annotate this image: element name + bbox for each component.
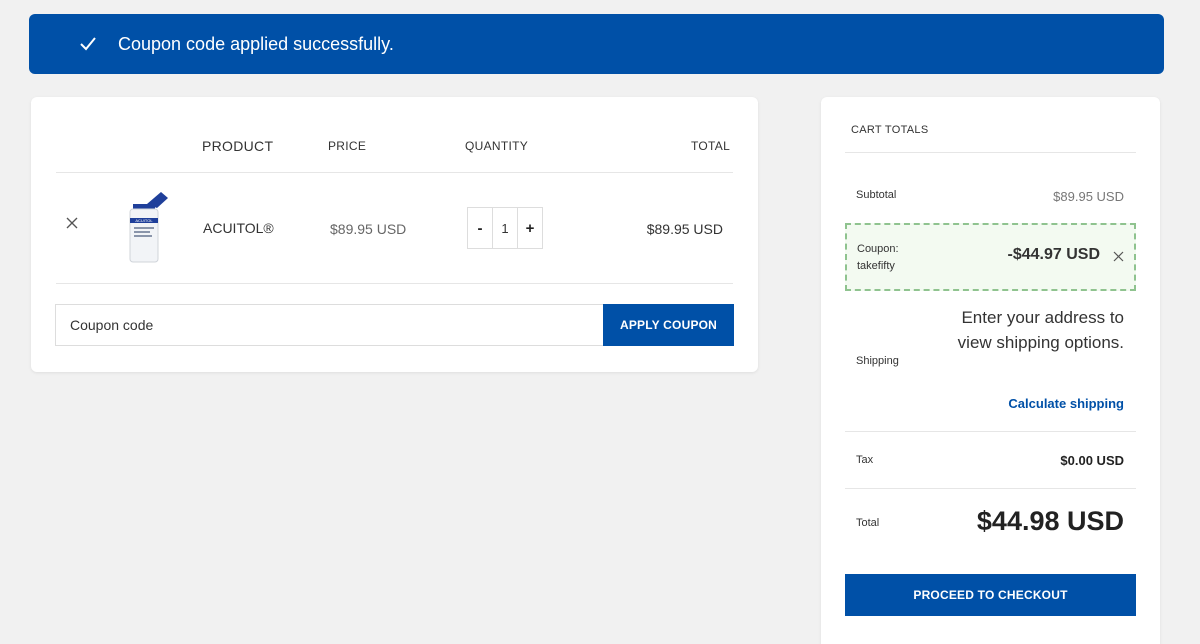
shipping-label: Shipping — [856, 355, 899, 367]
header-total: TOTAL — [691, 139, 731, 153]
shipping-message: Enter your address to view shipping opti… — [957, 308, 1124, 352]
divider — [845, 152, 1136, 153]
divider — [845, 488, 1136, 489]
coupon-code-name: takefifty — [857, 260, 895, 272]
subtotal-value: $89.95 USD — [1053, 189, 1124, 204]
applied-coupon: Coupon: takefifty -$44.97 USD — [845, 223, 1136, 291]
header-product: PRODUCT — [202, 138, 274, 154]
coupon-label: Coupon: takefifty — [857, 241, 899, 275]
order-total-value: $44.98 USD — [976, 506, 1124, 536]
total-label: Total — [856, 517, 880, 529]
coupon-discount-value: -$44.97 USD — [1007, 246, 1101, 263]
subtotal-label: Subtotal — [856, 189, 897, 201]
header-price: PRICE — [328, 139, 367, 153]
check-icon — [80, 37, 96, 51]
quantity-decrease-button[interactable]: - — [468, 208, 492, 248]
remove-coupon-icon[interactable] — [1113, 251, 1124, 262]
calculate-shipping-link[interactable]: Calculate shipping — [1008, 396, 1124, 411]
divider — [56, 283, 733, 284]
product-image[interactable]: ACUITOL — [127, 190, 173, 264]
quantity-stepper: - 1 + — [467, 207, 543, 249]
cart-totals-panel: CART TOTALS Subtotal $89.95 USD Coupon: … — [821, 97, 1160, 644]
product-price: $89.95 USD — [330, 221, 407, 237]
cart-totals-heading: CART TOTALS — [851, 124, 929, 136]
cart-table: PRODUCT PRICE QUANTITY TOTAL ACUITOL ACU… — [31, 97, 758, 372]
proceed-to-checkout-button[interactable]: PROCEED TO CHECKOUT — [845, 574, 1136, 616]
divider — [56, 172, 733, 173]
notice-message: Coupon code applied successfully. — [118, 33, 394, 54]
product-image-label: ACUITOL — [135, 218, 153, 223]
apply-coupon-button[interactable]: APPLY COUPON — [603, 304, 734, 346]
tax-value: $0.00 USD — [1060, 453, 1124, 468]
remove-item-icon[interactable] — [65, 216, 79, 230]
tax-label: Tax — [856, 454, 874, 466]
quantity-increase-button[interactable]: + — [518, 208, 542, 248]
header-quantity: QUANTITY — [465, 139, 529, 153]
coupon-code-input[interactable] — [55, 304, 604, 346]
divider — [845, 431, 1136, 432]
coupon-label-prefix: Coupon: — [857, 243, 899, 255]
line-total: $89.95 USD — [646, 221, 723, 237]
success-notice: Coupon code applied successfully. — [29, 14, 1164, 74]
quantity-input[interactable]: 1 — [492, 208, 518, 248]
product-name[interactable]: ACUITOL® — [203, 220, 274, 236]
